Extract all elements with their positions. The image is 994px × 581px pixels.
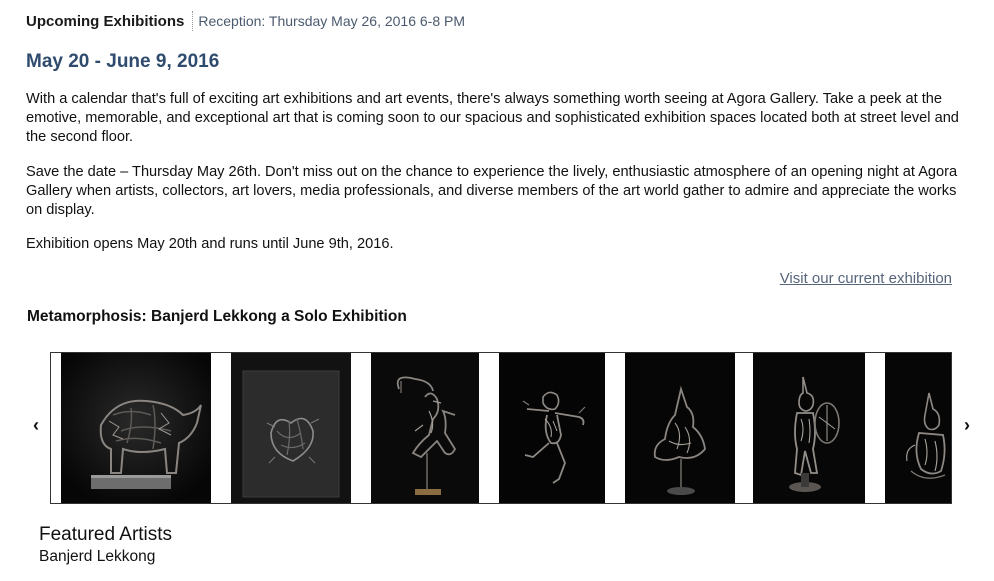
carousel-image-archer[interactable] bbox=[371, 353, 479, 503]
visit-current-exhibition-link[interactable]: Visit our current exhibition bbox=[780, 270, 952, 287]
exhibition-title: Metamorphosis: Banjerd Lekkong a Solo Ex… bbox=[27, 308, 407, 325]
intro-paragraph: With a calendar that's full of exciting … bbox=[26, 91, 959, 145]
reception-info: Reception: Thursday May 26, 2016 6-8 PM bbox=[192, 11, 465, 31]
carousel-image-rhino[interactable] bbox=[61, 353, 211, 503]
carousel-image-crowned[interactable] bbox=[885, 353, 951, 503]
chevron-right-icon[interactable]: › bbox=[958, 413, 976, 437]
section-title: Upcoming Exhibitions bbox=[26, 12, 185, 30]
carousel-image-warrior[interactable] bbox=[753, 353, 865, 503]
featured-artists-heading: Featured Artists bbox=[39, 524, 173, 545]
exhibition-dates-paragraph: Exhibition opens May 20th and runs until… bbox=[26, 236, 394, 252]
carousel-image-dancer[interactable] bbox=[499, 353, 605, 503]
date-range: May 20 - June 9, 2016 bbox=[26, 51, 220, 72]
carousel-image-headdress[interactable] bbox=[625, 353, 735, 503]
header-bar: Upcoming Exhibitions Reception: Thursday… bbox=[26, 11, 465, 31]
carousel-image-relief[interactable] bbox=[231, 353, 351, 503]
save-date-paragraph: Save the date – Thursday May 26th. Don't… bbox=[26, 164, 958, 218]
featured-artist-name[interactable]: Banjerd Lekkong bbox=[39, 548, 155, 566]
image-carousel bbox=[50, 352, 952, 504]
chevron-left-icon[interactable]: ‹ bbox=[27, 413, 45, 437]
